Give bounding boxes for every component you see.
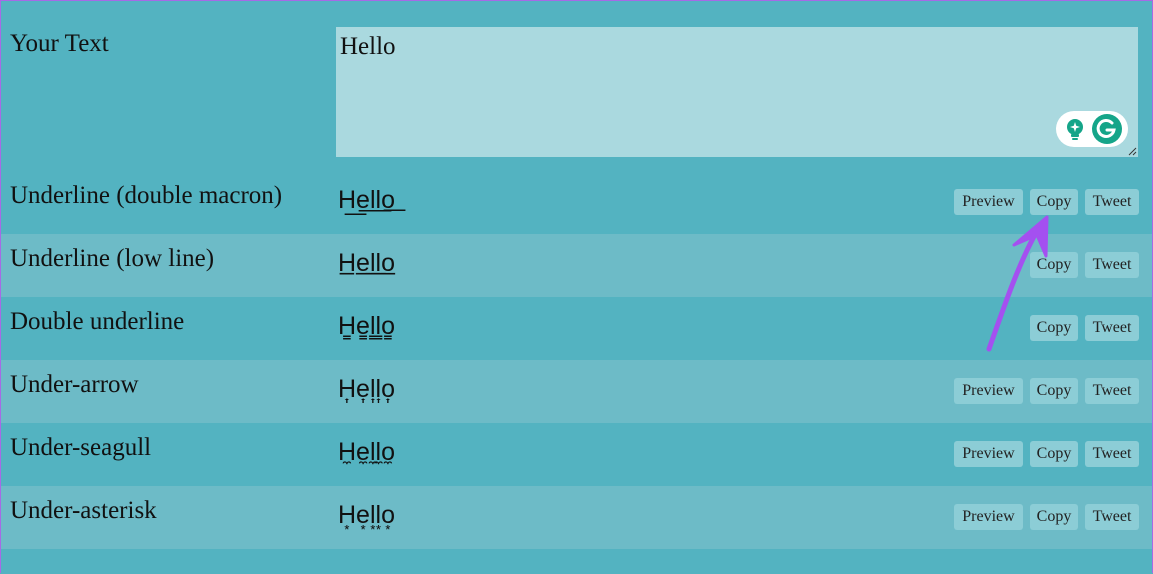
grammarly-widget[interactable]: [1056, 111, 1128, 147]
copy-button[interactable]: Copy: [1030, 441, 1078, 467]
tweet-button[interactable]: Tweet: [1085, 315, 1139, 341]
lightbulb-icon[interactable]: [1062, 116, 1088, 142]
tweet-button[interactable]: Tweet: [1085, 441, 1139, 467]
grammarly-icon[interactable]: [1091, 113, 1123, 145]
text-input-value[interactable]: Hello: [340, 33, 396, 60]
style-row-under-seagull: Under-seagull H̼e̼l̼l̼o̼ Preview Copy Tw…: [1, 423, 1152, 486]
resize-handle-icon[interactable]: [1127, 146, 1137, 156]
tweet-button[interactable]: Tweet: [1085, 189, 1139, 215]
styled-preview-text: H̼e̼l̼l̼o̼: [338, 438, 395, 466]
style-row-under-asterisk: Under-asterisk H͙e͙l͙l͙o͙ Preview Copy T…: [1, 486, 1152, 549]
preview-button[interactable]: Preview: [954, 378, 1023, 404]
copy-button[interactable]: Copy: [1030, 315, 1078, 341]
tweet-button[interactable]: Tweet: [1085, 252, 1139, 278]
style-label: Underline (low line): [10, 245, 215, 272]
style-row-low-line: Underline (low line) H̲e̲l̲l̲o̲ Copy Twe…: [1, 234, 1152, 297]
tweet-button[interactable]: Tweet: [1085, 378, 1139, 404]
next-row-partial: [1, 549, 1152, 574]
style-row-double-macron: Underline (double macron) H͟e͟l͟l͟o͟ Pre…: [1, 171, 1152, 234]
copy-button[interactable]: Copy: [1030, 252, 1078, 278]
text-input[interactable]: Hello: [336, 27, 1138, 157]
styled-preview-text: H̳e̳l̳l̳o̳: [338, 312, 395, 340]
preview-button[interactable]: Preview: [954, 441, 1023, 467]
style-label: Under-arrow: [10, 371, 139, 398]
preview-button[interactable]: Preview: [954, 504, 1023, 530]
style-row-under-arrow: Under-arrow H͎e͎l͎l͎o͎ Preview Copy Twee…: [1, 360, 1152, 423]
copy-button[interactable]: Copy: [1030, 378, 1078, 404]
styled-preview-text: H͟e͟l͟l͟o͟: [338, 186, 395, 214]
styled-preview-text: H͙e͙l͙l͙o͙: [338, 501, 395, 529]
styled-preview-text: H͎e͎l͎l͎o͎: [338, 375, 395, 403]
styled-preview-text: H̲e̲l̲l̲o̲: [338, 249, 395, 277]
copy-button[interactable]: Copy: [1030, 504, 1078, 530]
copy-button[interactable]: Copy: [1030, 189, 1078, 215]
tweet-button[interactable]: Tweet: [1085, 504, 1139, 530]
your-text-label: Your Text: [10, 30, 109, 57]
style-label: Double underline: [10, 308, 185, 335]
style-label: Under-seagull: [10, 434, 152, 461]
style-label: Underline (double macron): [10, 182, 283, 209]
input-section: Your Text Hello: [1, 1, 1152, 171]
style-row-double-underline: Double underline H̳e̳l̳l̳o̳ Copy Tweet: [1, 297, 1152, 360]
preview-button[interactable]: Preview: [954, 189, 1023, 215]
style-label: Under-asterisk: [10, 497, 157, 524]
